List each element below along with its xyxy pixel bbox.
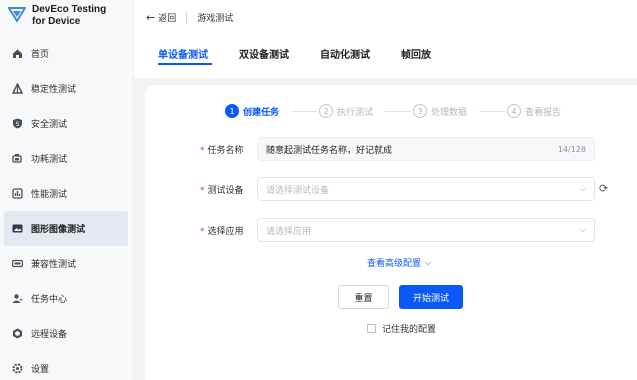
sidebar-item-image-test[interactable]: 图形图像测试 [4, 211, 128, 246]
top-bar: ← 返回 游戏测试 [134, 0, 637, 34]
remember-config: 记住我的配置 [367, 322, 436, 335]
sidebar-item-label: 安全测试 [31, 120, 68, 130]
sidebar-item-label: 稳定性测试 [31, 85, 77, 95]
sidebar-item-settings[interactable]: 设置 [0, 351, 134, 380]
task-center-icon [11, 293, 23, 305]
task-name-input[interactable]: 随意起测试任务名称，好记就成 14/128 [257, 137, 595, 161]
remember-config-checkbox[interactable] [367, 324, 376, 333]
reset-button[interactable]: 重置 [338, 285, 389, 309]
mode-tabs: 单设备测试 双设备测试 自动化测试 帧回放 [134, 34, 637, 78]
chevron-down-icon: ⌵ [425, 257, 432, 267]
stability-icon [11, 83, 23, 95]
sidebar-item-label: 任务中心 [31, 295, 68, 305]
back-label: 返回 [158, 13, 177, 24]
test-device-label-text: 测试设备 [207, 186, 244, 196]
sidebar-item-label: 首页 [31, 50, 50, 60]
select-app-label-text: 选择应用 [207, 227, 244, 237]
page-title: 游戏测试 [197, 13, 234, 24]
compatibility-icon [11, 258, 23, 270]
select-app-placeholder: 请选择应用 [266, 226, 312, 237]
sidebar-item-power[interactable]: 功耗测试 [0, 141, 134, 176]
sidebar-nav: 首页 稳定性测试 S 安全测试 功耗测试 性能测试 图形图像测试 兼容性测试 任… [0, 36, 134, 380]
step-label: 执行测试 [337, 107, 374, 118]
app-name-line1: DevEco Testing [32, 4, 107, 15]
remote-device-icon [11, 328, 23, 340]
task-name-label: * 任务名称 [200, 143, 244, 156]
back-arrow-icon: ← [146, 10, 156, 24]
tab-automation[interactable]: 自动化测试 [320, 46, 370, 61]
step-connector [479, 111, 505, 112]
step-connector [385, 111, 411, 112]
chevron-down-icon: ⌵ [579, 184, 586, 193]
power-icon [11, 153, 23, 165]
create-task-card: 1 创建任务 2 执行测试 3 处理数据 4 查看报告 * 任务名称 随意起测试任… [145, 85, 637, 380]
settings-icon [11, 363, 23, 375]
step-process-data: 3 处理数据 [413, 104, 467, 118]
task-name-value: 随意起测试任务名称，好记就成 [266, 145, 393, 156]
step-label: 查看报告 [525, 107, 562, 118]
home-icon [11, 48, 23, 60]
image-icon [11, 223, 23, 235]
back-button[interactable]: ← 返回 [146, 11, 176, 24]
app-name: DevEco Testing for Device [32, 4, 106, 28]
step-number: 1 [225, 104, 239, 118]
test-device-select[interactable]: 请选择测试设备 ⌵ [257, 177, 595, 201]
step-view-report: 4 查看报告 [507, 104, 561, 118]
required-mark: * [200, 227, 205, 237]
sidebar-item-compatibility[interactable]: 兼容性测试 [0, 246, 134, 281]
step-label: 创建任务 [243, 107, 280, 118]
step-execute-test: 2 执行测试 [319, 104, 373, 118]
sidebar-item-stability[interactable]: 稳定性测试 [0, 71, 134, 106]
test-device-label: * 测试设备 [200, 183, 244, 196]
sidebar-item-label: 设置 [31, 365, 50, 375]
sidebar-item-task-center[interactable]: 任务中心 [0, 281, 134, 316]
sidebar-item-label: 远程设备 [31, 330, 68, 340]
brand: DevEco Testing for Device [8, 4, 106, 28]
step-create-task: 1 创建任务 [225, 104, 279, 118]
svg-text:S: S [15, 121, 19, 128]
advanced-config-label: 查看高级配置 [367, 259, 422, 269]
sidebar-item-label: 性能测试 [31, 190, 68, 200]
remember-config-label: 记住我的配置 [382, 325, 437, 335]
required-mark: * [200, 186, 205, 196]
sidebar-item-label: 兼容性测试 [31, 260, 77, 270]
step-number: 4 [507, 104, 521, 118]
sidebar-item-security[interactable]: S 安全测试 [0, 106, 134, 141]
sidebar: DevEco Testing for Device 首页 稳定性测试 S 安全测… [0, 0, 134, 380]
step-connector [291, 111, 317, 112]
sidebar-item-remote-device[interactable]: 远程设备 [0, 316, 134, 351]
step-number: 2 [319, 104, 333, 118]
performance-icon [11, 188, 23, 200]
refresh-devices-icon[interactable]: ⟳ [599, 182, 608, 195]
app-name-line2: for Device [32, 16, 81, 27]
select-app-select[interactable]: 请选择应用 ⌵ [257, 218, 595, 242]
chevron-down-icon: ⌵ [579, 225, 586, 234]
select-app-label: * 选择应用 [200, 224, 244, 237]
step-number: 3 [413, 104, 427, 118]
test-device-placeholder: 请选择测试设备 [266, 185, 330, 196]
deveco-logo-icon [8, 7, 26, 22]
task-name-char-counter: 14/128 [557, 144, 586, 154]
tab-single-device[interactable]: 单设备测试 [158, 46, 208, 61]
advanced-config-toggle[interactable]: 查看高级配置 ⌵ [367, 256, 432, 270]
sidebar-item-label: 图形图像测试 [31, 225, 86, 235]
security-icon: S [11, 118, 23, 130]
tab-frame-replay[interactable]: 帧回放 [401, 46, 431, 61]
required-mark: * [200, 146, 205, 156]
start-test-button[interactable]: 开始测试 [399, 285, 463, 309]
active-tab-indicator [158, 63, 212, 65]
sidebar-item-label: 功耗测试 [31, 155, 68, 165]
tab-dual-device[interactable]: 双设备测试 [239, 46, 289, 61]
task-name-label-text: 任务名称 [207, 146, 244, 156]
header-divider [186, 11, 188, 23]
sidebar-item-home[interactable]: 首页 [0, 36, 134, 71]
step-label: 处理数据 [431, 107, 468, 118]
sidebar-item-performance[interactable]: 性能测试 [0, 176, 134, 211]
